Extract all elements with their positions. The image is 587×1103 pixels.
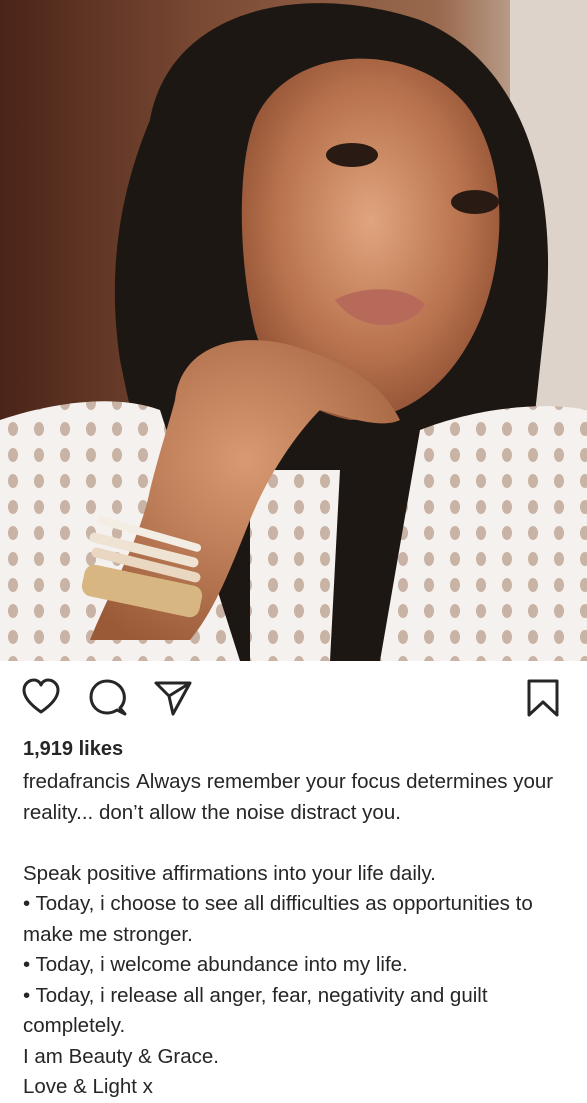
caption-line: • Today, i choose to see all difficultie…	[23, 892, 533, 946]
post-photo[interactable]	[0, 0, 587, 661]
send-icon[interactable]	[152, 677, 194, 719]
heart-icon[interactable]	[20, 677, 62, 719]
comment-icon[interactable]	[87, 677, 129, 719]
post-caption: fredafrancis Always remember your focus d…	[23, 767, 571, 1103]
caption-line: Speak positive affirmations into your li…	[23, 861, 436, 885]
likes-count[interactable]: 1,919 likes	[23, 736, 123, 762]
post-container: 1,919 likes fredafrancis Always remember …	[0, 0, 587, 1098]
caption-line: • Today, i release all anger, fear, nega…	[23, 983, 488, 1038]
caption-line: • Today, i welcome abundance into my lif…	[23, 953, 408, 976]
caption-line: Love & Light x	[23, 1075, 153, 1098]
post-image	[0, 0, 587, 661]
caption-line: I am Beauty & Grace.	[23, 1044, 219, 1068]
caption-username[interactable]: fredafrancis	[23, 770, 130, 793]
bookmark-icon[interactable]	[522, 677, 564, 719]
